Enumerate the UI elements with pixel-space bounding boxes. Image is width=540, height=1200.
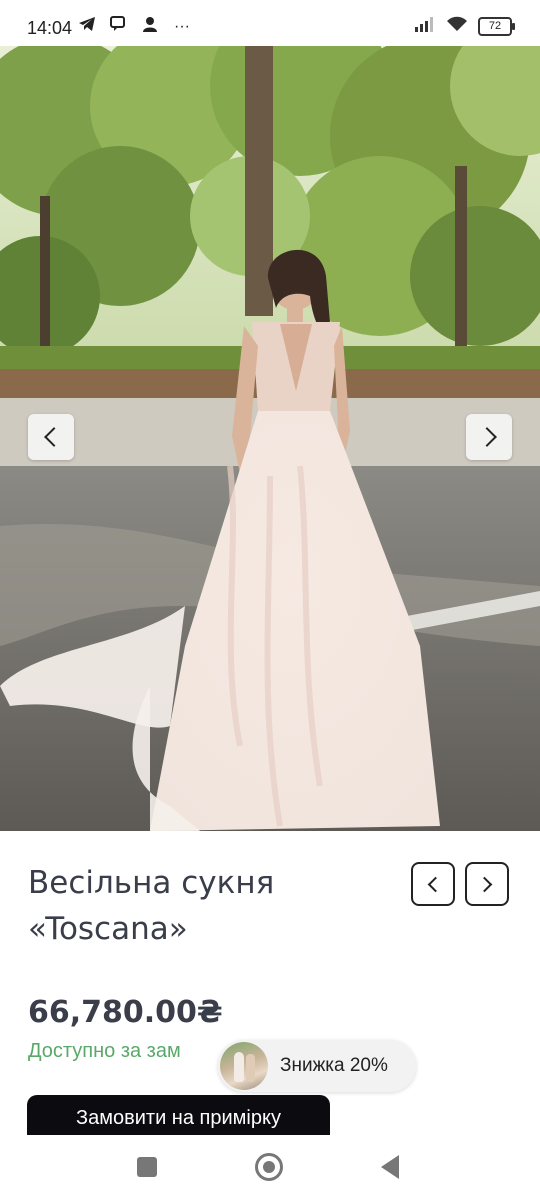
status-system-icons: 72 [414,16,515,37]
discount-thumbnail [220,1042,268,1090]
discount-badge[interactable]: Знижка 20% [218,1040,416,1092]
chevron-left-icon [43,427,64,447]
recents-button[interactable] [137,1157,157,1177]
signal-icon [414,16,436,37]
status-notification-icons: ··· [78,16,190,38]
status-time: 14:04 [27,18,73,38]
product-image-gallery[interactable] [0,46,540,831]
chevron-right-icon [476,427,497,447]
product-title-line-1: Весільна сукня [28,865,275,901]
product-title-line-2: «Toscana» [28,911,188,947]
chevron-right-icon [476,876,493,892]
discount-label: Знижка 20% [280,1055,388,1076]
more-icon: ··· [174,18,190,35]
next-product-button[interactable] [465,862,509,906]
gallery-prev-button[interactable] [28,414,74,460]
battery-icon: 72 [478,17,515,36]
gallery-next-button[interactable] [466,414,512,460]
previous-product-button[interactable] [411,862,455,906]
status-bar: 14:04 ··· 72 [0,0,540,46]
back-button[interactable] [381,1155,399,1179]
product-title: Весільна сукня «Toscana» [28,860,388,952]
availability-text: Доступно за зам [28,1040,181,1062]
person-icon [142,16,160,38]
telegram-icon [78,16,96,38]
wifi-icon [446,16,468,37]
chat-icon [110,16,128,38]
home-button[interactable] [255,1153,283,1181]
chevron-left-icon [427,876,444,892]
product-price: 66,780.00₴ [28,995,223,1030]
wedding-dress-photo [0,46,540,831]
